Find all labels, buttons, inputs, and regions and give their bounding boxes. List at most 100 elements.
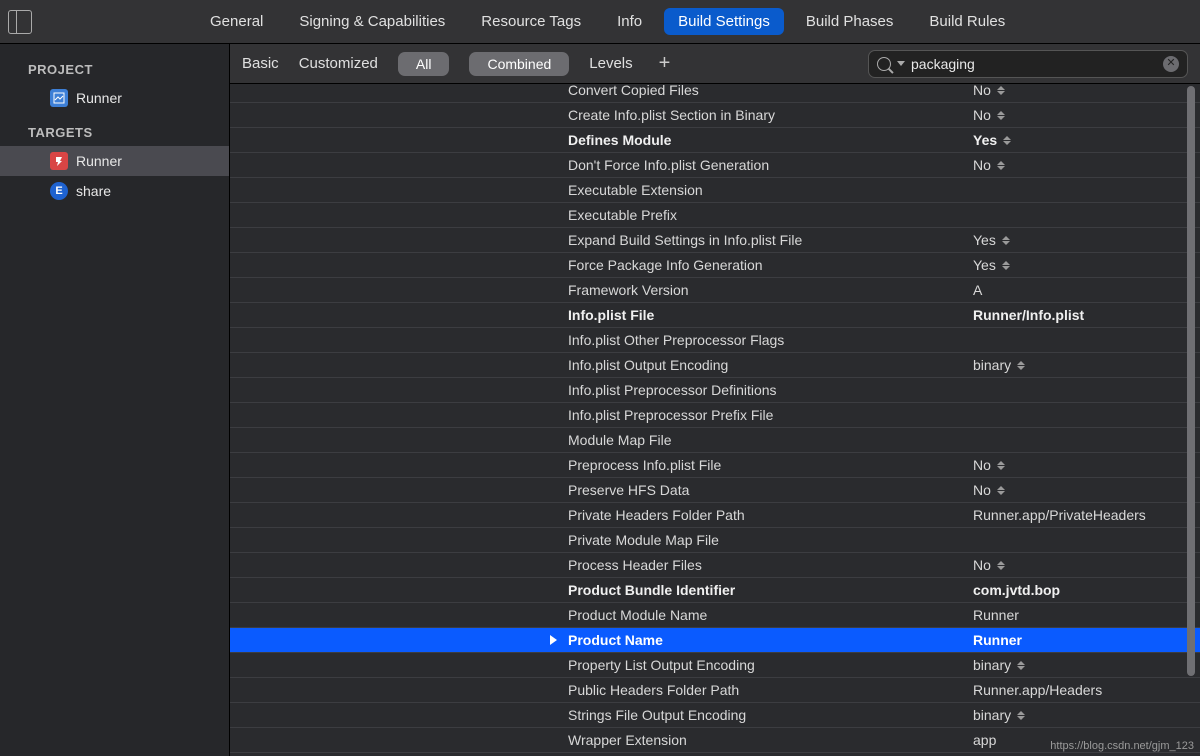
setting-label: Process Header Files [568, 557, 973, 573]
setting-value[interactable]: binary [973, 657, 1200, 673]
setting-label: Info.plist Other Preprocessor Flags [568, 332, 973, 348]
setting-value-text: Runner.app/Headers [973, 682, 1102, 698]
sidebar-section-project: PROJECT [0, 56, 229, 83]
setting-value-text: No [973, 157, 991, 173]
filter-basic[interactable]: Basic [242, 55, 279, 72]
setting-value[interactable]: No [973, 557, 1200, 573]
setting-value-text: No [973, 107, 991, 123]
filter-levels[interactable]: Levels [589, 55, 632, 72]
setting-value[interactable]: binary [973, 357, 1200, 373]
setting-row[interactable]: Product Module NameRunner [230, 603, 1200, 628]
setting-label: Executable Extension [568, 182, 973, 198]
filter-customized[interactable]: Customized [299, 55, 378, 72]
toggle-sidebar-icon[interactable] [8, 10, 32, 34]
setting-row[interactable]: Property List Output Encodingbinary [230, 653, 1200, 678]
value-stepper-icon[interactable] [1003, 136, 1011, 145]
setting-value[interactable]: com.jvtd.bop [973, 582, 1200, 598]
setting-row[interactable]: Don't Force Info.plist GenerationNo [230, 153, 1200, 178]
tab-general[interactable]: General [196, 8, 277, 35]
setting-row[interactable]: Private Headers Folder PathRunner.app/Pr… [230, 503, 1200, 528]
tab-build-rules[interactable]: Build Rules [915, 8, 1019, 35]
value-stepper-icon[interactable] [1002, 236, 1010, 245]
setting-row[interactable]: Product NameRunner [230, 628, 1200, 653]
value-stepper-icon[interactable] [997, 486, 1005, 495]
sidebar-project-runner[interactable]: Runner [0, 83, 229, 113]
setting-row[interactable]: Info.plist FileRunner/Info.plist [230, 303, 1200, 328]
setting-label: Create Info.plist Section in Binary [568, 107, 973, 123]
build-settings-scroll[interactable]: Convert Copied FilesNoCreate Info.plist … [230, 84, 1200, 756]
value-stepper-icon[interactable] [997, 111, 1005, 120]
setting-value-text: No [973, 457, 991, 473]
setting-label: Info.plist Preprocessor Prefix File [568, 407, 973, 423]
value-stepper-icon[interactable] [1017, 361, 1025, 370]
setting-row[interactable]: Info.plist Other Preprocessor Flags [230, 328, 1200, 353]
setting-row[interactable]: Module Map File [230, 428, 1200, 453]
search-icon [877, 57, 891, 71]
setting-row[interactable]: Convert Copied FilesNo [230, 84, 1200, 103]
setting-row[interactable]: Executable Extension [230, 178, 1200, 203]
value-stepper-icon[interactable] [997, 161, 1005, 170]
sidebar-target-share-label: share [76, 183, 111, 199]
setting-row[interactable]: Private Module Map File [230, 528, 1200, 553]
app-target-icon [50, 152, 68, 170]
setting-row[interactable]: Create Info.plist Section in BinaryNo [230, 103, 1200, 128]
setting-value[interactable]: Runner [973, 607, 1200, 623]
setting-row[interactable]: Info.plist Preprocessor Definitions [230, 378, 1200, 403]
setting-row[interactable]: Process Header FilesNo [230, 553, 1200, 578]
project-icon [50, 89, 68, 107]
setting-row[interactable]: Public Headers Folder PathRunner.app/Hea… [230, 678, 1200, 703]
setting-value[interactable]: Yes [973, 232, 1200, 248]
setting-row[interactable]: Framework VersionA [230, 278, 1200, 303]
setting-row[interactable]: Executable Prefix [230, 203, 1200, 228]
scrollbar-thumb[interactable] [1187, 86, 1195, 676]
setting-row[interactable]: Info.plist Preprocessor Prefix File [230, 403, 1200, 428]
setting-value[interactable]: Runner.app/PrivateHeaders [973, 507, 1200, 523]
setting-row[interactable]: Preserve HFS DataNo [230, 478, 1200, 503]
value-stepper-icon[interactable] [997, 461, 1005, 470]
sidebar-target-share[interactable]: E share [0, 176, 229, 206]
setting-row[interactable]: Info.plist Output Encodingbinary [230, 353, 1200, 378]
setting-value-text: Yes [973, 132, 997, 148]
disclosure-triangle-icon[interactable] [550, 635, 557, 645]
setting-value[interactable]: No [973, 482, 1200, 498]
value-stepper-icon[interactable] [1002, 261, 1010, 270]
setting-label: Module Map File [568, 432, 973, 448]
watermark-text: https://blog.csdn.net/gjm_123 [1050, 740, 1194, 752]
setting-value[interactable]: Runner [973, 632, 1200, 648]
setting-value[interactable]: No [973, 84, 1200, 98]
tab-build-phases[interactable]: Build Phases [792, 8, 908, 35]
search-scope-chevron-icon[interactable] [897, 61, 905, 66]
setting-row[interactable]: Preprocess Info.plist FileNo [230, 453, 1200, 478]
setting-value[interactable]: Runner.app/Headers [973, 682, 1200, 698]
sidebar-target-runner[interactable]: Runner [0, 146, 229, 176]
setting-value[interactable]: No [973, 457, 1200, 473]
value-stepper-icon[interactable] [1017, 711, 1025, 720]
setting-row[interactable]: Force Package Info GenerationYes [230, 253, 1200, 278]
filter-combined[interactable]: Combined [469, 52, 569, 76]
tab-build-settings[interactable]: Build Settings [664, 8, 784, 35]
setting-value[interactable]: A [973, 282, 1200, 298]
tab-info[interactable]: Info [603, 8, 656, 35]
clear-search-icon[interactable]: ✕ [1163, 56, 1179, 72]
build-settings-search[interactable]: ✕ [868, 50, 1188, 78]
value-stepper-icon[interactable] [997, 86, 1005, 95]
setting-row[interactable]: Expand Build Settings in Info.plist File… [230, 228, 1200, 253]
add-build-setting-button[interactable]: + [653, 52, 677, 75]
setting-value[interactable]: No [973, 157, 1200, 173]
setting-row[interactable]: Strings File Output Encodingbinary [230, 703, 1200, 728]
setting-row[interactable]: Product Bundle Identifiercom.jvtd.bop [230, 578, 1200, 603]
filter-all[interactable]: All [398, 52, 450, 76]
tab-resource-tags[interactable]: Resource Tags [467, 8, 595, 35]
setting-value-text: binary [973, 707, 1011, 723]
setting-value[interactable]: No [973, 107, 1200, 123]
scrollbar[interactable] [1184, 86, 1198, 754]
search-input[interactable] [911, 56, 1157, 72]
setting-value[interactable]: Runner/Info.plist [973, 307, 1200, 323]
setting-value[interactable]: Yes [973, 132, 1200, 148]
setting-value[interactable]: binary [973, 707, 1200, 723]
value-stepper-icon[interactable] [997, 561, 1005, 570]
setting-value[interactable]: Yes [973, 257, 1200, 273]
setting-row[interactable]: Defines ModuleYes [230, 128, 1200, 153]
value-stepper-icon[interactable] [1017, 661, 1025, 670]
tab-signing[interactable]: Signing & Capabilities [285, 8, 459, 35]
